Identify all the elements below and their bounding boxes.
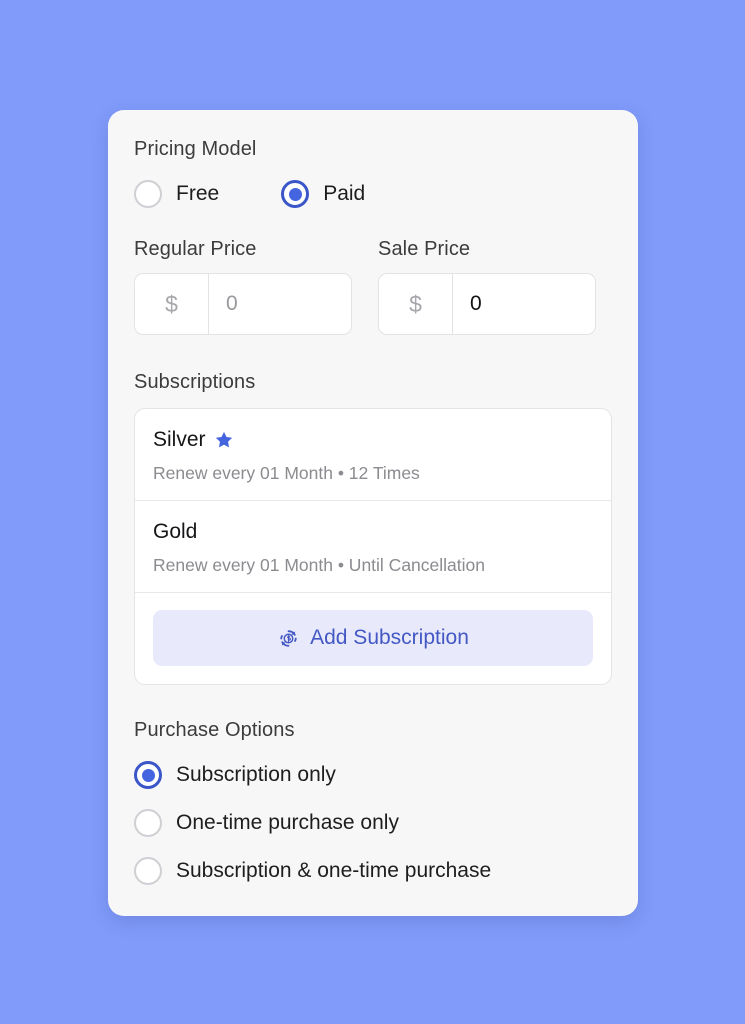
- subscription-details: Renew every 01 Month • Until Cancellatio…: [153, 555, 485, 575]
- list-item[interactable]: Silver Renew every 01 Month • 12 Times: [135, 409, 611, 500]
- regular-price-label: Regular Price: [134, 238, 257, 260]
- pricing-model-heading: Pricing Model: [134, 138, 257, 160]
- purchase-options-radio-group: Subscription only One-time purchase only…: [134, 761, 612, 885]
- add-subscription-row: Add Subscription: [135, 592, 611, 684]
- subscription-title-line: Gold: [153, 519, 593, 545]
- radio-subscription-and-one-time-label: Subscription & one-time purchase: [176, 859, 492, 882]
- subscription-title-line: Silver: [153, 427, 593, 453]
- currency-symbol-icon: $: [135, 274, 209, 334]
- subscription-name: Silver: [153, 428, 206, 451]
- star-icon: [214, 430, 234, 450]
- radio-option-paid[interactable]: Paid: [281, 180, 365, 208]
- sale-price-field[interactable]: $ 0: [378, 273, 596, 335]
- sale-price-input[interactable]: 0: [453, 274, 595, 334]
- regular-price-group: Regular Price $ 0: [134, 236, 352, 335]
- purchase-options-heading: Purchase Options: [134, 719, 295, 741]
- regular-price-input[interactable]: 0: [209, 274, 351, 334]
- subscriptions-heading: Subscriptions: [134, 371, 256, 393]
- sale-price-label: Sale Price: [378, 238, 471, 260]
- radio-subscription-only-indicator[interactable]: [134, 761, 162, 789]
- radio-free-label: Free: [176, 182, 220, 205]
- radio-option-subscription-and-one-time[interactable]: Subscription & one-time purchase: [134, 857, 612, 885]
- price-fields-row: Regular Price $ 0 Sale Price $ 0: [134, 236, 612, 335]
- pricing-settings-card: Pricing Model Free Paid Regular Price $ …: [108, 110, 638, 916]
- radio-one-time-only-indicator[interactable]: [134, 809, 162, 837]
- radio-free-indicator[interactable]: [134, 180, 162, 208]
- subscriptions-list: Silver Renew every 01 Month • 12 Times G…: [134, 408, 612, 685]
- pricing-model-radio-group: Free Paid: [134, 180, 612, 208]
- recurring-payment-icon: [277, 627, 300, 650]
- add-subscription-button[interactable]: Add Subscription: [153, 610, 593, 666]
- radio-option-one-time-only[interactable]: One-time purchase only: [134, 809, 612, 837]
- regular-price-field[interactable]: $ 0: [134, 273, 352, 335]
- subscription-name: Gold: [153, 520, 198, 543]
- sale-price-group: Sale Price $ 0: [378, 236, 596, 335]
- radio-subscription-only-label: Subscription only: [176, 763, 336, 786]
- radio-subscription-and-one-time-indicator[interactable]: [134, 857, 162, 885]
- list-item[interactable]: Gold Renew every 01 Month • Until Cancel…: [135, 500, 611, 592]
- currency-symbol-icon: $: [379, 274, 453, 334]
- radio-paid-label: Paid: [323, 182, 366, 205]
- radio-option-subscription-only[interactable]: Subscription only: [134, 761, 612, 789]
- radio-paid-indicator[interactable]: [281, 180, 310, 208]
- radio-option-free[interactable]: Free: [134, 180, 219, 208]
- price-fields-gap: [352, 236, 378, 335]
- subscription-details: Renew every 01 Month • 12 Times: [153, 463, 420, 483]
- radio-one-time-only-label: One-time purchase only: [176, 811, 399, 834]
- add-subscription-label: Add Subscription: [310, 626, 469, 649]
